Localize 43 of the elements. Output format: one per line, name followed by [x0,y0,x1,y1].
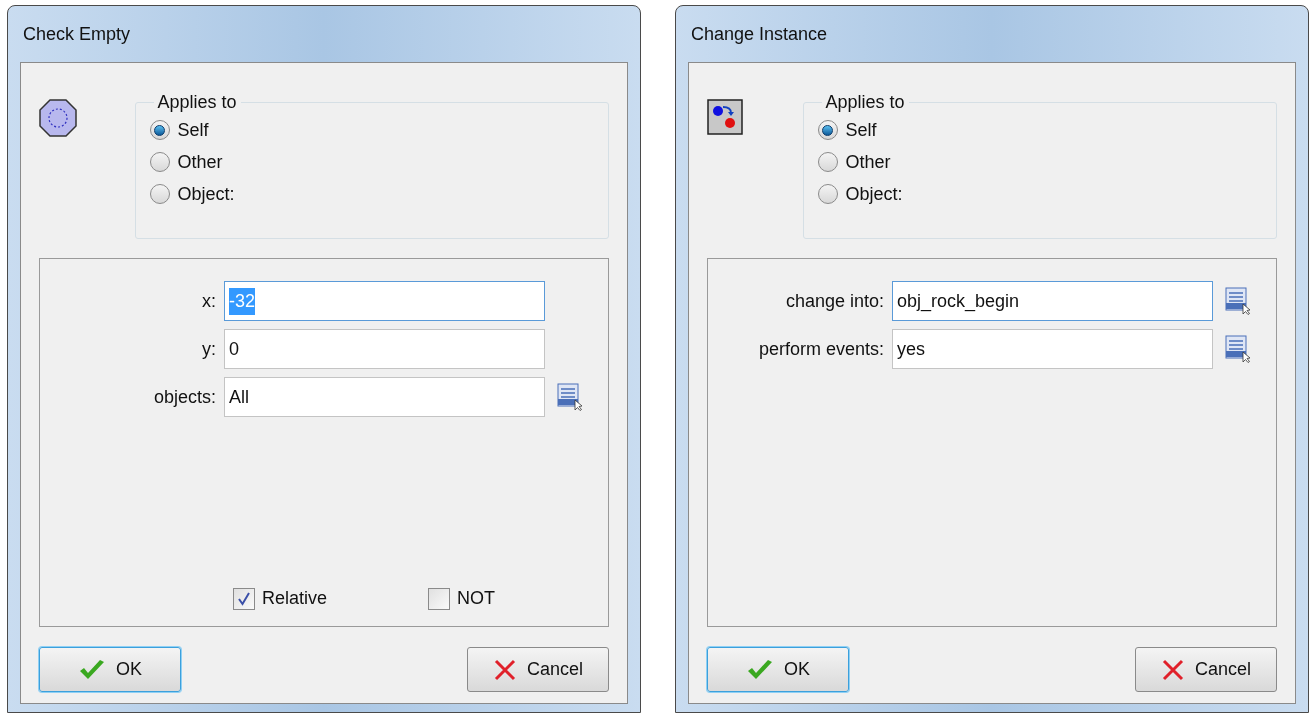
checkmark-icon [78,658,106,681]
octagon-icon [39,99,77,137]
list-picker-icon[interactable] [557,383,583,411]
field-label: x: [201,289,217,313]
radio-label: Other [845,151,891,174]
radio-label: Object: [845,183,903,206]
input-field[interactable]: 0 [224,329,545,369]
radio-button[interactable] [149,152,170,172]
list-picker-icon[interactable] [1225,287,1251,315]
checkbox[interactable] [428,587,450,610]
swap-icon [707,99,743,135]
radio-button[interactable] [817,152,838,172]
checkbox-label: Relative [262,587,328,610]
radio-button[interactable] [149,120,170,140]
radio-button[interactable] [149,184,170,204]
list-picker-icon[interactable] [1225,335,1251,363]
cancel-button[interactable]: Cancel [467,647,609,692]
close-icon [1161,657,1185,682]
radio-label: Self [845,119,877,142]
close-icon [493,657,517,682]
checkmark-icon [237,591,251,606]
input-field[interactable]: All [224,377,545,417]
ok-button[interactable]: OK [707,647,849,692]
input-field[interactable]: obj_rock_begin [892,281,1213,321]
field-label: objects: [152,385,217,409]
field-label: perform events: [757,337,885,361]
radio-button[interactable] [817,184,838,204]
window-title: Check Empty [23,22,131,46]
radio-button[interactable] [817,120,838,140]
checkbox[interactable] [233,587,255,610]
radio-label: Self [177,119,209,142]
radio-label: Object: [177,183,235,206]
radio-label: Other [177,151,223,174]
input-field[interactable]: yes [892,329,1213,369]
ok-button[interactable]: OK [39,647,181,692]
window-title: Change Instance [691,22,828,46]
group-label: Applies to [156,91,238,114]
checkmark-icon [746,658,774,681]
field-label: y: [201,337,217,361]
group-label: Applies to [824,91,906,114]
cancel-button[interactable]: Cancel [1135,647,1277,692]
checkbox-label: NOT [457,587,495,610]
field-label: change into: [784,289,885,313]
